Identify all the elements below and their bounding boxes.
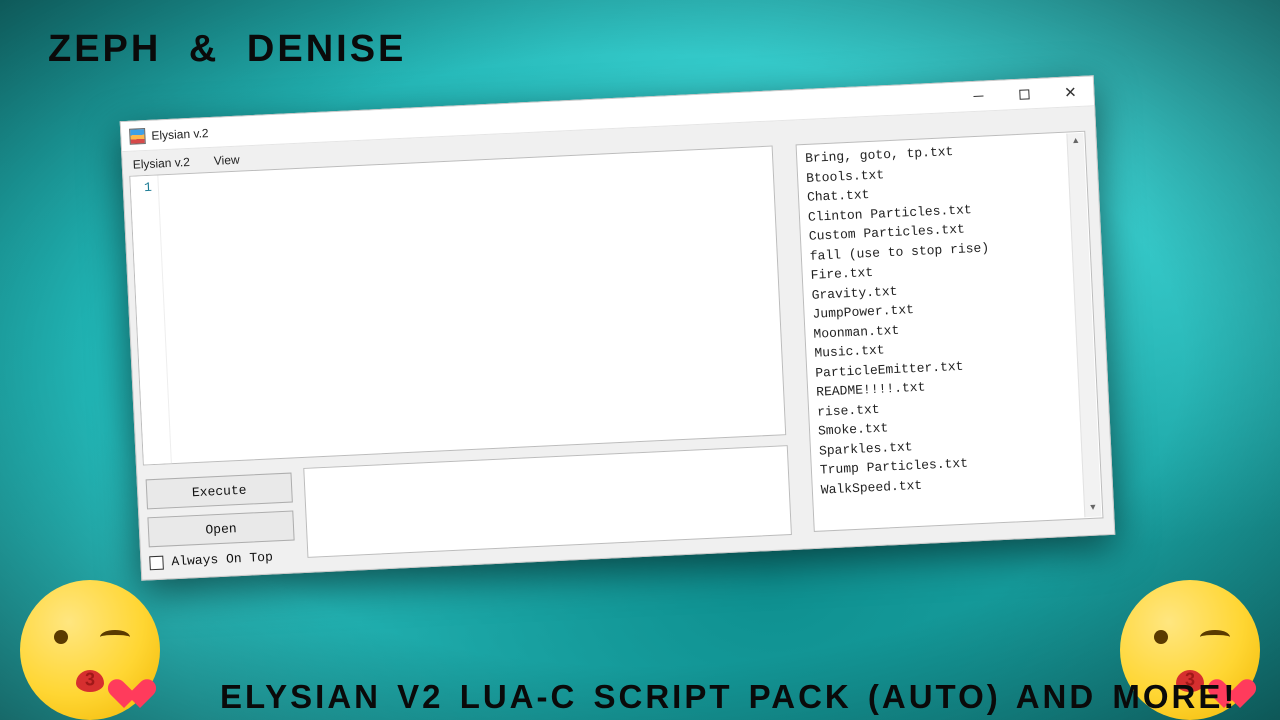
scroll-down-icon[interactable]: ▼ — [1085, 499, 1102, 517]
checkbox-icon[interactable] — [149, 555, 164, 570]
kiss-emoji-left — [20, 580, 160, 720]
execute-button[interactable]: Execute — [146, 473, 293, 510]
script-list[interactable]: Bring, goto, tp.txtBtools.txtChat.txtCli… — [796, 131, 1104, 532]
app-icon — [129, 128, 146, 145]
maximize-button[interactable] — [1001, 78, 1048, 110]
always-on-top-label: Always On Top — [171, 549, 273, 569]
editor-content[interactable] — [158, 147, 785, 464]
menu-view[interactable]: View — [209, 150, 244, 170]
scroll-up-icon[interactable]: ▲ — [1067, 133, 1084, 151]
output-panel[interactable] — [303, 445, 792, 558]
always-on-top-checkbox[interactable]: Always On Top — [149, 549, 273, 570]
close-button[interactable]: ✕ — [1047, 76, 1094, 108]
app-window: Elysian v.2 ✕ Elysian v.2 View 1 Bring, … — [120, 75, 1116, 580]
overlay-title-top: ZEPH & DENISE — [48, 28, 406, 71]
code-editor[interactable]: 1 — [129, 145, 786, 465]
open-button[interactable]: Open — [147, 510, 294, 547]
overlay-title-bottom: ELYSIAN V2 LUA-C SCRIPT PACK (AUTO) AND … — [220, 678, 1237, 716]
window-title: Elysian v.2 — [151, 126, 209, 143]
minimize-button[interactable] — [955, 80, 1002, 112]
